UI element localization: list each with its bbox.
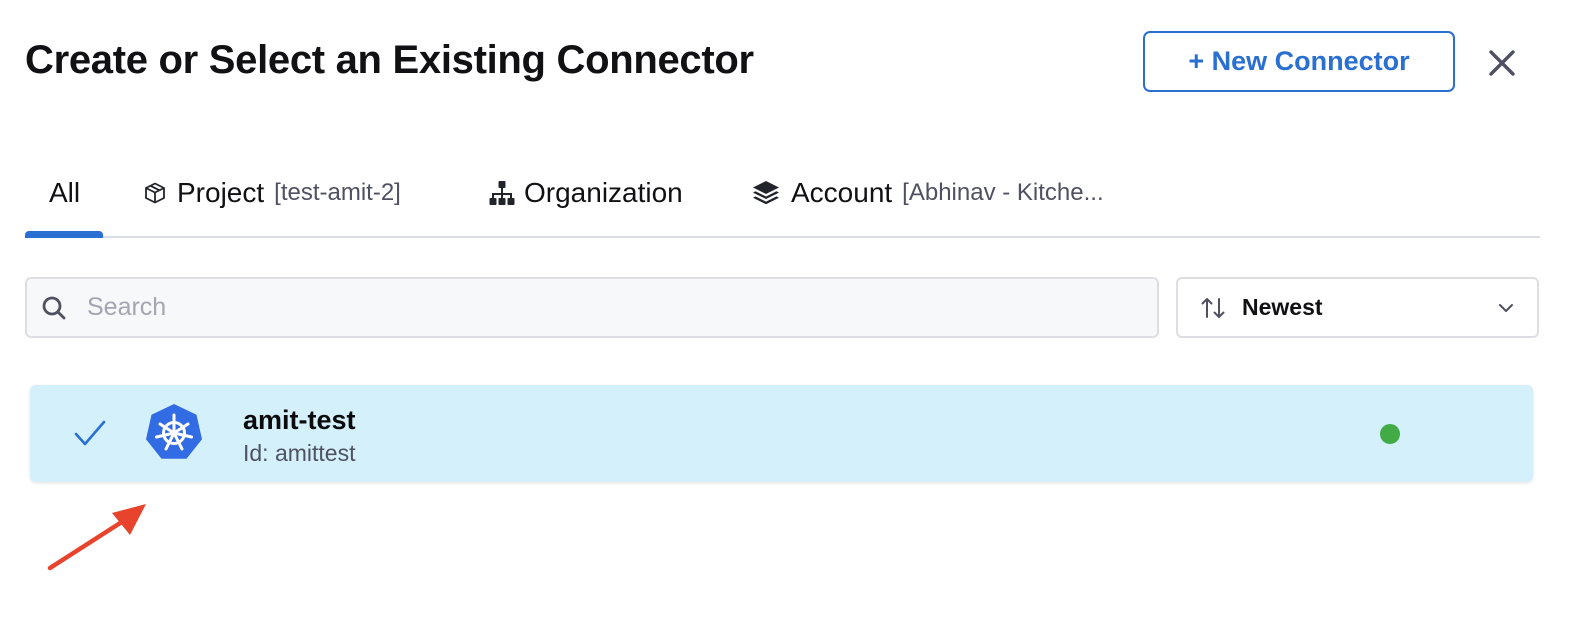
connector-name: amit-test [243, 405, 356, 435]
sort-dropdown[interactable]: Newest [1176, 277, 1539, 338]
tab-scope-text: [test-amit-2] [274, 179, 401, 206]
chevron-down-icon [1497, 299, 1515, 317]
search-box [25, 277, 1159, 338]
tab-account[interactable]: Account [Abhinav - Kitche... [751, 150, 1104, 236]
connector-id: Id: amittest [243, 440, 356, 466]
tab-label: Project [177, 177, 265, 208]
tab-all[interactable]: All [49, 150, 80, 236]
sort-arrows-icon [1200, 296, 1226, 320]
checkmark-icon [74, 419, 106, 447]
cube-icon [143, 181, 167, 205]
kubernetes-icon [144, 402, 204, 462]
close-icon [1489, 50, 1515, 76]
scope-tabs: All Project [test-amit-2] Organization A… [25, 150, 1540, 238]
tab-selected-indicator [25, 231, 103, 238]
connector-row[interactable]: amit-test Id: amittest [30, 385, 1533, 482]
tab-label: Organization [524, 177, 683, 208]
sort-selected-value: Newest [1242, 294, 1323, 320]
annotation-arrow-icon [47, 504, 146, 571]
status-indicator [1380, 424, 1400, 444]
search-input[interactable] [85, 292, 1089, 323]
tab-label: All [49, 177, 81, 208]
tab-label: Account [791, 177, 893, 208]
tab-scope-text: [Abhinav - Kitche... [902, 179, 1104, 206]
new-connector-button[interactable]: + New Connector [1143, 31, 1455, 92]
org-chart-icon [488, 179, 516, 207]
tab-project[interactable]: Project [test-amit-2] [143, 150, 401, 236]
dialog-title: Create or Select an Existing Connector [25, 38, 754, 82]
search-icon [41, 295, 67, 321]
tab-organization[interactable]: Organization [488, 150, 683, 236]
layers-icon [751, 178, 781, 208]
close-button[interactable] [1484, 45, 1520, 81]
